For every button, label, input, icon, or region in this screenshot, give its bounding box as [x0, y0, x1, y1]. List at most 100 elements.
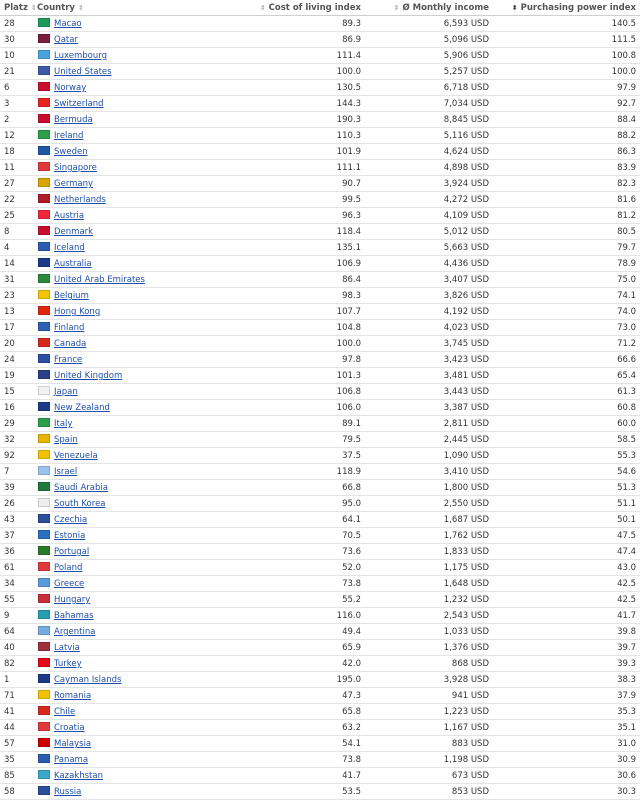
rank-cell: 9 [0, 607, 33, 624]
flag-icon [38, 690, 50, 699]
table-row: 37 Estonia 70.5 1,762 USD 47.5 [0, 527, 640, 544]
country-link[interactable]: Estonia [54, 531, 85, 541]
country-cell: Hong Kong [33, 303, 215, 320]
rank-header-label: Platz [4, 2, 28, 13]
flag-icon [38, 386, 50, 395]
country-link[interactable]: Hong Kong [54, 307, 100, 317]
flag-icon [38, 258, 50, 267]
column-header-country[interactable]: Country ⇕ [33, 0, 215, 16]
country-link[interactable]: United Arab Emirates [54, 275, 145, 285]
cost-of-living-cell: 118.4 [215, 223, 365, 240]
country-link[interactable]: Norway [54, 83, 86, 93]
rank-cell: 14 [0, 255, 33, 272]
country-link[interactable]: Panama [54, 755, 88, 765]
country-link[interactable]: Venezuela [54, 451, 98, 461]
monthly-income-cell: 3,745 USD [365, 335, 493, 352]
country-link[interactable]: United Kingdom [54, 371, 122, 381]
country-link[interactable]: Spain [54, 435, 78, 445]
purchasing-power-cell: 100.0 [493, 63, 640, 80]
country-link[interactable]: Iceland [54, 243, 85, 253]
country-link[interactable]: Saudi Arabia [54, 483, 108, 493]
country-link[interactable]: Chile [54, 707, 75, 717]
table-row: 58 Russia 53.5 853 USD 30.3 [0, 783, 640, 800]
country-cell: Australia [33, 255, 215, 272]
country-link[interactable]: Latvia [54, 643, 80, 653]
country-link[interactable]: Czechia [54, 515, 87, 525]
monthly-income-cell: 3,387 USD [365, 399, 493, 416]
country-link[interactable]: Australia [54, 259, 92, 269]
column-header-monthly-income[interactable]: ⇕ Ø Monthly income [365, 0, 493, 16]
column-header-rank[interactable]: Platz ⇕ [0, 0, 37, 16]
country-link[interactable]: United States [54, 67, 112, 77]
country-link[interactable]: Denmark [54, 227, 93, 237]
country-link[interactable]: Romania [54, 691, 91, 701]
country-link[interactable]: Belgium [54, 291, 89, 301]
monthly-income-cell: 1,198 USD [365, 751, 493, 768]
country-link[interactable]: Israel [54, 467, 77, 477]
country-link[interactable]: South Korea [54, 499, 106, 509]
country-link[interactable]: Sweden [54, 147, 88, 157]
column-header-purchasing-power[interactable]: ⬍ Purchasing power index [493, 0, 640, 16]
rank-cell: 30 [0, 31, 33, 48]
country-link[interactable]: Singapore [54, 163, 97, 173]
country-link[interactable]: Netherlands [54, 195, 106, 205]
country-link[interactable]: Japan [54, 387, 78, 397]
country-link[interactable]: Portugal [54, 547, 89, 557]
country-link[interactable]: Austria [54, 211, 84, 221]
country-link[interactable]: New Zealand [54, 403, 110, 413]
country-link[interactable]: Bermuda [54, 115, 93, 125]
purchasing-power-cell: 42.5 [493, 575, 640, 592]
country-link[interactable]: Switzerland [54, 99, 104, 109]
rank-cell: 21 [0, 63, 33, 80]
country-link[interactable]: Finland [54, 323, 84, 333]
country-link[interactable]: Qatar [54, 35, 78, 45]
flag-icon [38, 274, 50, 283]
rank-cell: 92 [0, 447, 33, 464]
country-link[interactable]: Ireland [54, 131, 83, 141]
table-row: 23 Belgium 98.3 3,826 USD 74.1 [0, 287, 640, 304]
flag-icon [38, 34, 50, 43]
purchasing-power-cell: 58.5 [493, 431, 640, 448]
column-header-cost-of-living[interactable]: ⇕ Cost of living index [215, 0, 365, 16]
table-row: 8 Denmark 118.4 5,012 USD 80.5 [0, 223, 640, 240]
country-link[interactable]: Greece [54, 579, 84, 589]
table-row: 21 United States 100.0 5,257 USD 100.0 [0, 63, 640, 80]
monthly-income-cell: 1,762 USD [365, 527, 493, 544]
purchasing-power-cell: 55.3 [493, 447, 640, 464]
country-link[interactable]: Malaysia [54, 739, 91, 749]
table-row: 36 Portugal 73.6 1,833 USD 47.4 [0, 543, 640, 560]
rank-cell: 10 [0, 47, 33, 64]
table-row: 19 United Kingdom 101.3 3,481 USD 65.4 [0, 367, 640, 384]
sort-icon: ⇕ [30, 3, 37, 12]
country-link[interactable]: Macao [54, 19, 82, 29]
monthly-income-cell: 5,906 USD [365, 47, 493, 64]
country-link[interactable]: Cayman Islands [54, 675, 121, 685]
cost-of-living-cell: 89.3 [215, 15, 365, 32]
country-link[interactable]: France [54, 355, 82, 365]
country-link[interactable]: Poland [54, 563, 82, 573]
country-link[interactable]: Canada [54, 339, 86, 349]
country-link[interactable]: Russia [54, 787, 81, 797]
purchasing-power-cell: 92.7 [493, 95, 640, 112]
flag-icon [38, 562, 50, 571]
country-link[interactable]: Bahamas [54, 611, 94, 621]
monthly-income-cell: 1,800 USD [365, 479, 493, 496]
monthly-income-cell: 868 USD [365, 655, 493, 672]
country-link[interactable]: Turkey [54, 659, 82, 669]
monthly-income-cell: 3,443 USD [365, 383, 493, 400]
country-link[interactable]: Kazakhstan [54, 771, 103, 781]
rank-cell: 36 [0, 543, 33, 560]
country-link[interactable]: Hungary [54, 595, 90, 605]
country-link[interactable]: Italy [54, 419, 72, 429]
country-link[interactable]: Luxembourg [54, 51, 107, 61]
monthly-income-cell: 1,033 USD [365, 623, 493, 640]
cost-of-living-cell: 99.5 [215, 191, 365, 208]
country-cell: Croatia [33, 719, 215, 736]
country-cell: Belgium [33, 287, 215, 304]
country-link[interactable]: Germany [54, 179, 93, 189]
flag-icon [38, 130, 50, 139]
cost-of-living-cell: 79.5 [215, 431, 365, 448]
rank-cell: 57 [0, 735, 33, 752]
country-link[interactable]: Argentina [54, 627, 95, 637]
country-link[interactable]: Croatia [54, 723, 85, 733]
